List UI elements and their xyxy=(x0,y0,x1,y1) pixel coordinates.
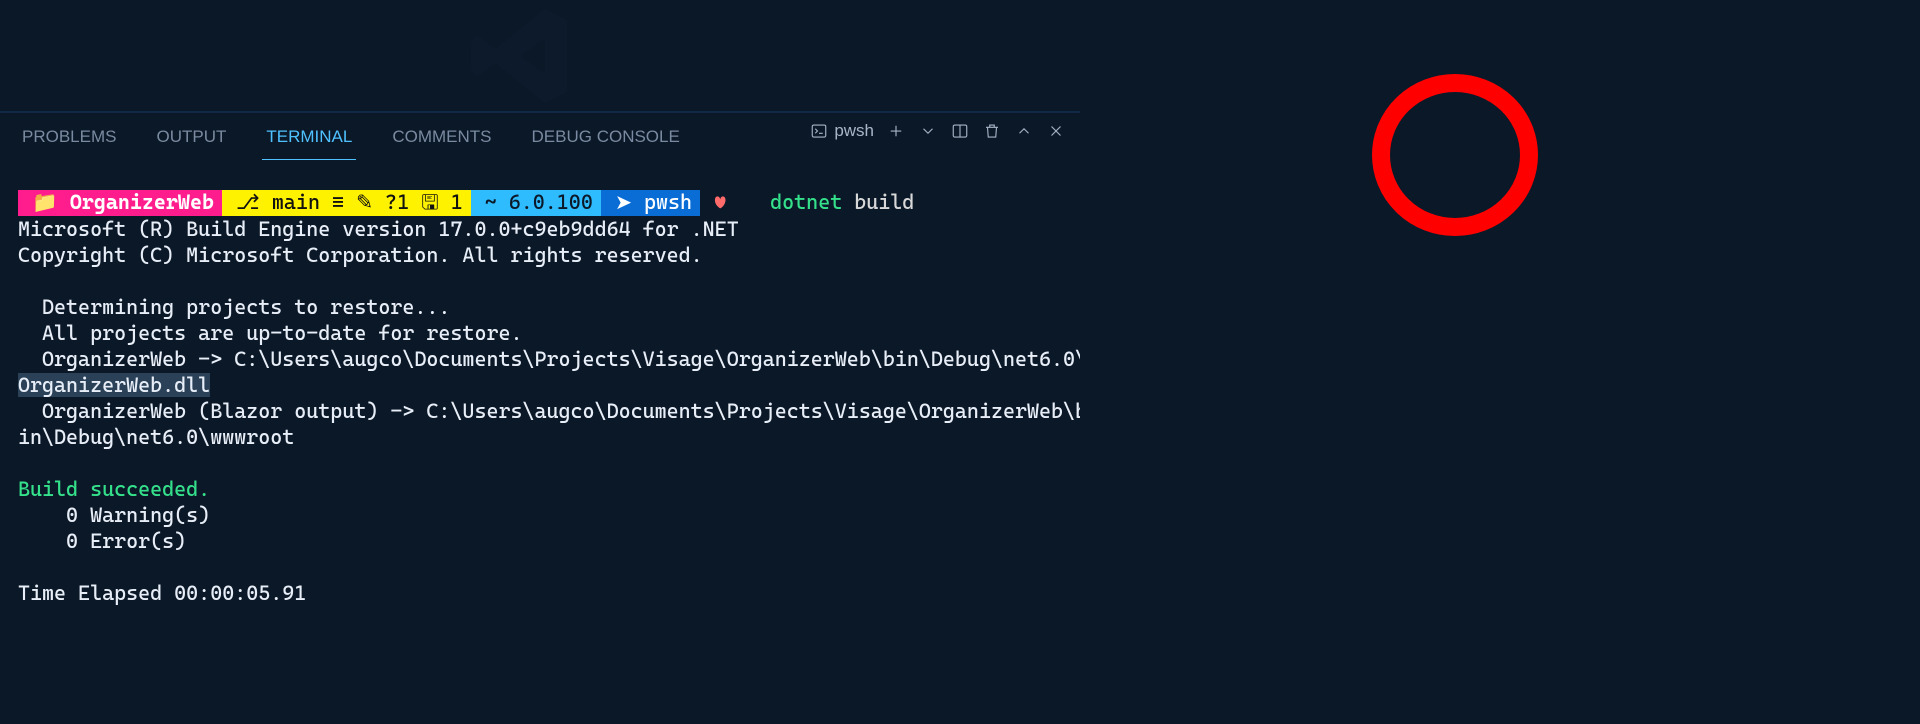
prompt-branch: main xyxy=(272,190,320,214)
term-line: Microsoft (R) Build Engine version 17.0.… xyxy=(18,217,739,241)
term-line: Copyright (C) Microsoft Corporation. All… xyxy=(18,243,703,267)
panel-actions: pwsh xyxy=(810,121,1066,141)
chevron-down-icon[interactable] xyxy=(918,121,938,141)
term-line: OrganizerWeb (Blazor output) -> C:\Users… xyxy=(18,399,1080,423)
term-line: OrganizerWeb -> C:\Users\augco\Documents… xyxy=(18,347,1080,371)
prompt-git-status: ≡ ✎ ?1 🖫 1 xyxy=(332,190,463,214)
term-line: All projects are up-to-date for restore. xyxy=(18,321,523,345)
term-line: 0 Warning(s) xyxy=(18,503,210,527)
maximize-panel-icon[interactable] xyxy=(1014,121,1034,141)
tab-comments[interactable]: COMMENTS xyxy=(388,115,495,159)
new-terminal-icon[interactable] xyxy=(886,121,906,141)
prompt-folder: OrganizerWeb xyxy=(70,190,214,214)
terminal-shell-selector[interactable]: pwsh xyxy=(810,121,874,141)
term-line: Time Elapsed 00:00:05.91 xyxy=(18,581,306,605)
prompt-shell: ➤ pwsh xyxy=(615,190,692,214)
annotation-red-circle xyxy=(1370,70,1540,245)
tab-terminal[interactable]: TERMINAL xyxy=(262,115,356,160)
kill-terminal-icon[interactable] xyxy=(982,121,1002,141)
tab-output[interactable]: OUTPUT xyxy=(152,115,230,159)
split-terminal-icon[interactable] xyxy=(950,121,970,141)
tab-problems[interactable]: PROBLEMS xyxy=(18,115,120,159)
vscode-logo-watermark xyxy=(460,0,580,117)
term-line: in\Debug\net6.0\wwwroot xyxy=(18,425,294,449)
heart-icon: ♥ xyxy=(714,190,726,214)
close-panel-icon[interactable] xyxy=(1046,121,1066,141)
editor-area xyxy=(0,0,1080,112)
terminal-shell-label: pwsh xyxy=(834,121,874,141)
term-line-success: Build succeeded. xyxy=(18,477,210,501)
term-line-highlight: OrganizerWeb.dll xyxy=(18,373,210,397)
terminal-arg: build xyxy=(854,190,914,214)
term-line: Determining projects to restore... xyxy=(18,295,450,319)
panel-tab-bar: PROBLEMS OUTPUT TERMINAL COMMENTS DEBUG … xyxy=(0,113,1080,161)
tab-debug-console[interactable]: DEBUG CONSOLE xyxy=(528,115,684,159)
terminal-command: dotnet xyxy=(770,190,842,214)
term-line: 0 Error(s) xyxy=(18,529,186,553)
editor-and-terminal-pane: PROBLEMS OUTPUT TERMINAL COMMENTS DEBUG … xyxy=(0,0,1080,724)
prompt-sdk: ~ 6.0.100 xyxy=(485,190,593,214)
terminal-output[interactable]: 📁 OrganizerWeb⎇ main ≡ ✎ ?1 🖫 1~ 6.0.100… xyxy=(0,161,1080,724)
